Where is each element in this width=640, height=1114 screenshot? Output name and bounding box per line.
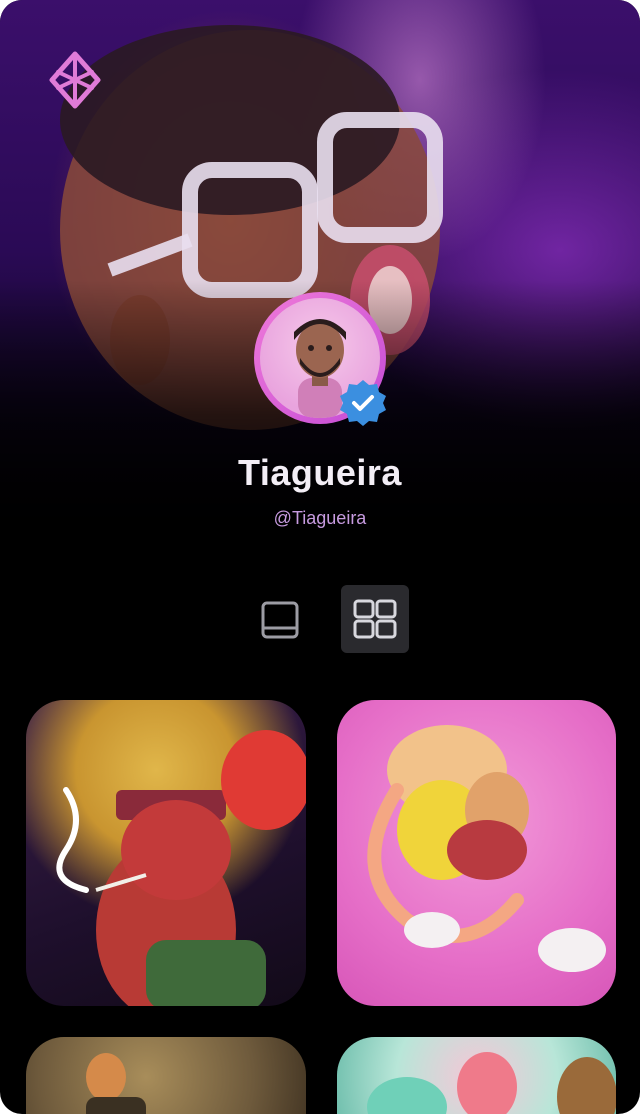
gallery-item[interactable]: [26, 700, 306, 1006]
gallery-image: [86, 1053, 146, 1114]
gallery-item[interactable]: [337, 700, 616, 1006]
gallery-image: [367, 725, 606, 972]
single-view-icon: [261, 601, 299, 639]
grid-view-button[interactable]: [341, 585, 409, 653]
profile-name: Tiagueira: [238, 452, 402, 493]
gallery-item[interactable]: [26, 1037, 306, 1114]
profile-screen: Tiagueira @Tiagueira: [0, 0, 640, 1114]
profile-handle: @Tiagueira: [273, 508, 367, 528]
grid-view-icon: [353, 599, 397, 639]
gallery-image: [56, 730, 306, 1006]
logo-icon[interactable]: [48, 50, 102, 110]
gallery-item[interactable]: [337, 1037, 616, 1114]
single-view-button[interactable]: [256, 596, 304, 644]
gallery-image: [367, 1052, 616, 1114]
verified-check-icon: [338, 378, 388, 428]
